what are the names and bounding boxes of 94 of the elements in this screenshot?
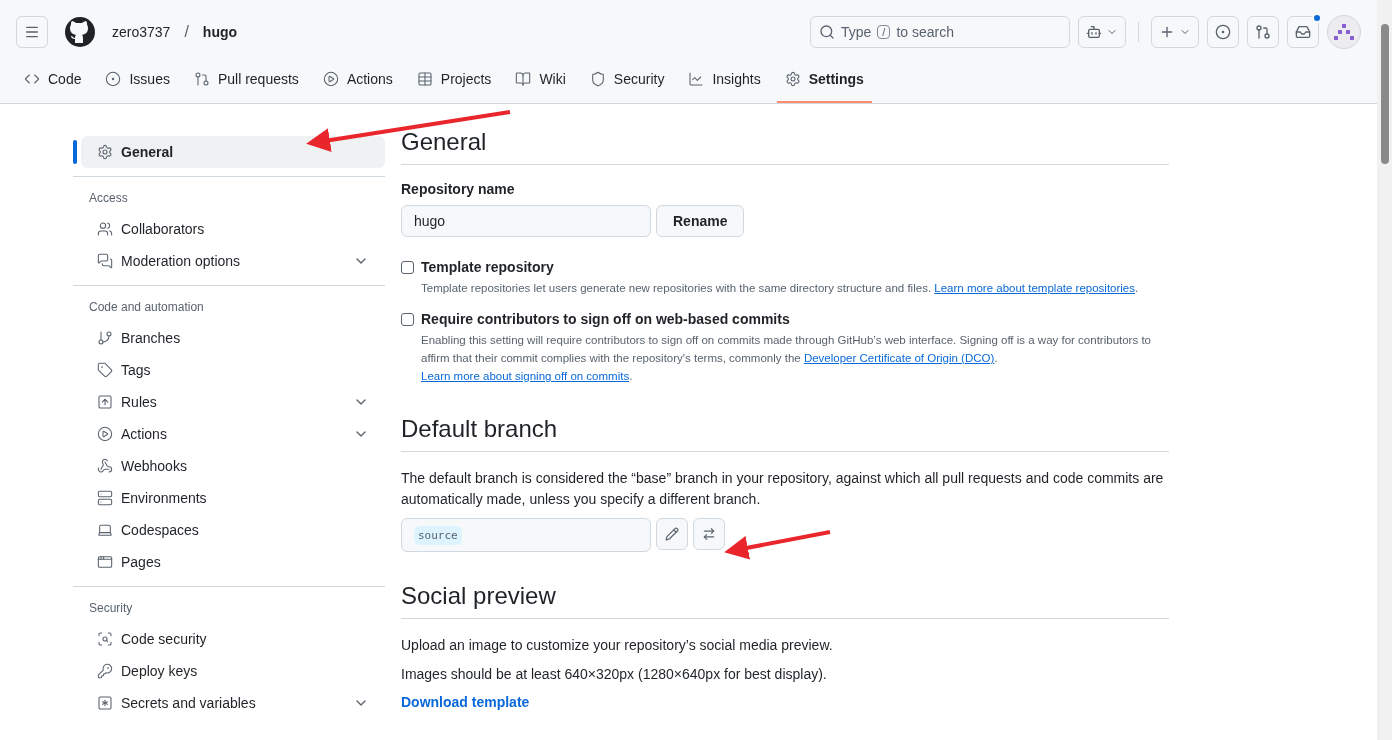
repo-tab[interactable]: Code <box>16 56 90 103</box>
repo-tab[interactable]: Security <box>581 56 673 103</box>
sidebar-item[interactable]: Tags <box>81 354 385 386</box>
server-icon <box>97 490 113 506</box>
menu-icon <box>24 24 40 40</box>
pull-request-icon <box>1255 24 1271 40</box>
issue-icon <box>105 70 122 87</box>
sidebar-item[interactable]: Codespaces <box>81 514 385 546</box>
repo-link[interactable]: hugo <box>202 24 238 40</box>
asterisk-icon <box>97 695 113 711</box>
repo-tab[interactable]: Actions <box>314 56 401 103</box>
section-title: Social preview <box>401 582 1169 619</box>
repo-tab[interactable]: Insights <box>680 56 769 103</box>
settings-icon <box>97 144 113 160</box>
create-button[interactable] <box>1151 16 1199 48</box>
sidebar-item[interactable]: Deploy keys <box>81 655 385 687</box>
issue-icon <box>1215 24 1231 40</box>
settings-icon <box>784 70 801 87</box>
pencil-icon <box>665 527 679 541</box>
repo-tab[interactable]: Wiki <box>507 56 574 103</box>
checkbox[interactable] <box>401 261 414 274</box>
table-icon <box>416 70 433 87</box>
repo-tab[interactable]: Settings <box>776 56 872 103</box>
laptop-icon <box>97 522 113 538</box>
pull-requests-button[interactable] <box>1247 16 1279 48</box>
people-icon <box>97 221 113 237</box>
swap-arrows-icon <box>702 527 716 541</box>
sidebar-item[interactable]: Code security <box>81 623 385 655</box>
code-scan-icon <box>97 631 113 647</box>
play-icon <box>97 426 113 442</box>
play-icon <box>322 70 339 87</box>
scrollbar[interactable] <box>1377 0 1392 740</box>
repo-tab[interactable]: Projects <box>408 56 500 103</box>
pull-request-icon <box>193 70 210 87</box>
tag-icon <box>97 362 113 378</box>
issues-button[interactable] <box>1207 16 1239 48</box>
rename-button[interactable]: Rename <box>656 205 745 237</box>
inbox-button[interactable] <box>1287 16 1319 48</box>
help-link[interactable]: Learn more about template repositories <box>934 282 1135 294</box>
key-icon <box>97 663 113 679</box>
sidebar-item[interactable]: Rules <box>81 386 385 418</box>
section-description: The default branch is considered the “base” branch in your repository, against which all pull requests and code commits are automatically made, unless you specify a different branch. <box>401 469 1165 509</box>
menu-button[interactable] <box>16 16 48 48</box>
search-placeholder: Type <box>841 24 872 40</box>
repository-name-input[interactable]: hugo <box>401 205 651 237</box>
branch-name: source <box>414 525 462 545</box>
avatar[interactable] <box>1327 15 1361 49</box>
sidebar-item[interactable]: Moderation options <box>81 245 385 277</box>
breadcrumb-separator: / <box>184 23 189 41</box>
page-title: General <box>401 128 1169 165</box>
plus-icon <box>1159 24 1175 40</box>
sidebar-item[interactable]: Pages <box>81 546 385 578</box>
sidebar-item[interactable]: Collaborators <box>81 213 385 245</box>
field-label: Repository name <box>401 181 516 197</box>
edit-button[interactable] <box>656 518 688 550</box>
identicon-icon <box>1334 24 1354 40</box>
graph-icon <box>688 70 705 87</box>
search-placeholder: to search <box>896 24 954 40</box>
sidebar-item[interactable]: Webhooks <box>81 450 385 482</box>
sidebar-item[interactable]: Secrets and variables <box>81 687 385 719</box>
option-label: Template repository <box>421 259 555 275</box>
active-indicator <box>73 140 77 164</box>
option-description: Enabling this setting will require contributors to sign off on commits made through GitHub’s web interface. Signing off is a way for contributors to affirm that their commit complies with the repository's terms, commonly the Developer Certificate of Origin (DCO). Learn more about signing off on commits. <box>421 333 1152 384</box>
browser-icon <box>97 554 113 570</box>
checkbox[interactable] <box>401 313 414 326</box>
inbox-icon <box>1295 24 1311 40</box>
robot-icon <box>1086 24 1102 40</box>
repo-tab[interactable]: Issues <box>97 56 178 103</box>
search-field[interactable]: Type / to search <box>810 16 1070 48</box>
webhook-icon <box>97 458 113 474</box>
option-description: Template repositories let users generate new repositories with the same directory structure and files. Learn more about template repositories. <box>421 281 1139 296</box>
shield-icon <box>589 70 606 87</box>
repo-tab[interactable]: Pull requests <box>185 56 307 103</box>
sidebar-item[interactable]: Actions <box>81 418 385 450</box>
sidebar-item[interactable]: Environments <box>81 482 385 514</box>
section-title: Default branch <box>401 415 1169 452</box>
comment-icon <box>97 253 113 269</box>
book-icon <box>515 70 532 87</box>
copilot-button[interactable] <box>1078 16 1126 48</box>
sidebar-heading: Access <box>88 190 129 207</box>
rules-icon <box>97 394 113 410</box>
switch-branch-button[interactable] <box>693 518 725 550</box>
sidebar-heading: Security <box>88 600 134 617</box>
sidebar-heading: Code and automation <box>88 299 205 316</box>
sidebar-item[interactable]: Branches <box>81 322 385 354</box>
branch-icon <box>97 330 113 346</box>
option-label: Require contributors to sign off on web-based commits <box>421 311 791 327</box>
search-icon <box>819 24 835 40</box>
shortcut-key: / <box>877 25 891 39</box>
download-template-link[interactable]: Download template <box>401 694 530 710</box>
section-description: Images should be at least 640×320px (1280×640px for best display). <box>401 665 828 684</box>
owner-link[interactable]: zero3737 <box>112 24 171 40</box>
octocat-logo-icon[interactable] <box>64 16 96 48</box>
section-description: Upload an image to customize your repository’s social media preview. <box>401 636 834 655</box>
